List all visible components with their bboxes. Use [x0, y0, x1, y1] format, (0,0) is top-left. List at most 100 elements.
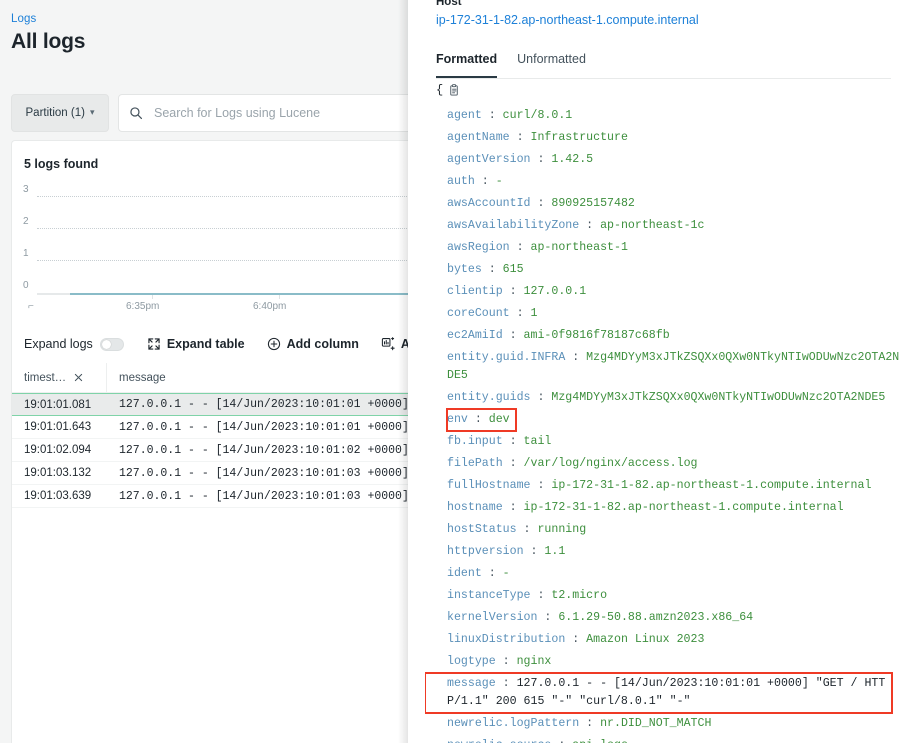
json-attribute-row[interactable]: awsAccountId : 890925157482 — [425, 193, 900, 215]
json-value: 1.1 — [544, 545, 565, 558]
json-attribute-row[interactable]: hostStatus : running — [425, 519, 900, 541]
json-key: awsRegion — [447, 241, 510, 254]
partition-button[interactable]: Partition (1) ▾ — [11, 94, 109, 132]
json-value: tail — [524, 435, 552, 448]
breadcrumb[interactable]: Logs — [11, 13, 36, 25]
json-key: hostStatus — [447, 523, 517, 536]
json-attribute-row[interactable]: instanceType : t2.micro — [425, 585, 900, 607]
table-header-row: timest… message — [12, 363, 408, 393]
add-column-button[interactable]: Add column — [267, 337, 359, 351]
json-separator: : — [510, 307, 531, 320]
json-attribute-row[interactable]: linuxDistribution : Amazon Linux 2023 — [425, 629, 900, 651]
json-separator: : — [565, 351, 586, 364]
host-link[interactable]: ip-172-31-1-82.ap-northeast-1.compute.in… — [436, 13, 699, 27]
json-attribute-row[interactable]: kernelVersion : 6.1.29-50.88.amzn2023.x8… — [425, 607, 900, 629]
json-attribute-row[interactable]: awsRegion : ap-northeast-1 — [425, 237, 900, 259]
json-attribute-row[interactable]: agentVersion : 1.42.5 — [425, 149, 900, 171]
expand-logs-toggle[interactable]: Expand logs — [24, 337, 124, 351]
json-attribute-row[interactable]: agentName : Infrastructure — [425, 127, 900, 149]
json-attribute-row[interactable]: env : dev — [447, 409, 516, 431]
json-open-brace: { — [436, 83, 443, 97]
table-row[interactable]: 19:01:02.094127.0.0.1 - - [14/Jun/2023:1… — [12, 439, 408, 462]
add-to-dashboard-label: Add t — [401, 337, 408, 351]
json-attribute-row[interactable]: newrelic.logPattern : nr.DID_NOT_MATCH — [425, 713, 900, 735]
x-tick-label-0: 6:35pm — [126, 301, 159, 312]
json-separator: : — [503, 501, 524, 514]
json-key: clientip — [447, 285, 503, 298]
json-key: newrelic.source — [447, 739, 551, 743]
json-key: ec2AmiId — [447, 329, 503, 342]
json-key: instanceType — [447, 589, 531, 602]
json-separator: : — [531, 153, 552, 166]
json-separator: : — [579, 717, 600, 730]
json-value: ap-northeast-1c — [600, 219, 704, 232]
tab-formatted[interactable]: Formatted — [436, 52, 497, 78]
json-attribute-row[interactable]: message : 127.0.0.1 - - [14/Jun/2023:10:… — [425, 673, 892, 713]
column-header-message[interactable]: message — [107, 363, 408, 393]
json-attribute-row[interactable]: hostname : ip-172-31-1-82.ap-northeast-1… — [425, 497, 900, 519]
json-separator: : — [565, 633, 586, 646]
cell-timestamp: 19:01:01.081 — [12, 399, 107, 411]
json-key: entity.guid.INFRA — [447, 351, 565, 364]
x-tick-start: ⌐ — [28, 301, 34, 312]
json-separator: : — [503, 329, 524, 342]
json-key: fb.input — [447, 435, 503, 448]
toggle-switch[interactable] — [100, 338, 124, 351]
json-separator: : — [517, 523, 538, 536]
json-attribute-row[interactable]: filePath : /var/log/nginx/access.log — [425, 453, 900, 475]
json-key: filePath — [447, 457, 503, 470]
table-row[interactable]: 19:01:03.639127.0.0.1 - - [14/Jun/2023:1… — [12, 485, 408, 508]
search-box[interactable] — [118, 94, 408, 132]
json-attribute-row[interactable]: auth : - — [425, 171, 900, 193]
json-separator: : — [531, 391, 552, 404]
expand-table-button[interactable]: Expand table — [147, 337, 245, 351]
json-separator: : — [531, 589, 552, 602]
json-value: nginx — [517, 655, 552, 668]
json-key: coreCount — [447, 307, 510, 320]
json-value: 615 — [503, 263, 524, 276]
copy-icon[interactable] — [448, 84, 461, 97]
cell-timestamp: 19:01:03.132 — [12, 467, 107, 479]
json-key: newrelic.logPattern — [447, 717, 579, 730]
json-separator: : — [579, 219, 600, 232]
json-attribute-row[interactable]: clientip : 127.0.0.1 — [425, 281, 900, 303]
json-key: fullHostname — [447, 479, 531, 492]
json-attribute-row[interactable]: entity.guids : Mzg4MDYyM3xJTkZSQXx0QXw0N… — [425, 387, 900, 409]
json-attribute-row[interactable]: coreCount : 1 — [425, 303, 900, 325]
table-row[interactable]: 19:01:01.081127.0.0.1 - - [14/Jun/2023:1… — [12, 393, 408, 416]
column-header-timestamp[interactable]: timest… — [12, 363, 107, 393]
json-attribute-row[interactable]: entity.guid.INFRA : Mzg4MDYyM3xJTkZSQXx0… — [425, 347, 900, 387]
json-attribute-row[interactable]: logtype : nginx — [425, 651, 900, 673]
json-value: ami-0f9816f78187c68fb — [524, 329, 670, 342]
json-separator: : — [503, 285, 524, 298]
json-key: agentVersion — [447, 153, 531, 166]
partition-button-label: Partition (1) — [26, 107, 85, 119]
table-row[interactable]: 19:01:03.132127.0.0.1 - - [14/Jun/2023:1… — [12, 462, 408, 485]
json-key: message — [447, 677, 496, 690]
json-separator: : — [537, 611, 558, 624]
add-to-dashboard-button[interactable]: Add t — [381, 337, 408, 351]
json-attribute-row[interactable]: awsAvailabilityZone : ap-northeast-1c — [425, 215, 900, 237]
close-icon[interactable] — [74, 373, 83, 382]
json-attribute-row[interactable]: ec2AmiId : ami-0f9816f78187c68fb — [425, 325, 900, 347]
json-attribute-row[interactable]: bytes : 615 — [425, 259, 900, 281]
json-attribute-row[interactable]: fb.input : tail — [425, 431, 900, 453]
search-input[interactable] — [152, 105, 397, 121]
table-row[interactable]: 19:01:01.643127.0.0.1 - - [14/Jun/2023:1… — [12, 416, 408, 439]
logs-table: timest… message 19:01:01.081127.0.0.1 - … — [12, 363, 408, 508]
json-attribute-row[interactable]: agent : curl/8.0.1 — [425, 105, 900, 127]
tab-unformatted[interactable]: Unformatted — [517, 52, 586, 78]
cell-timestamp: 19:01:02.094 — [12, 444, 107, 456]
json-attribute-row[interactable]: httpversion : 1.1 — [425, 541, 900, 563]
json-value: - — [503, 567, 510, 580]
logs-list-panel: Logs All logs Partition (1) ▾ 5 logs fou… — [0, 0, 408, 743]
gridline-1 — [37, 260, 408, 261]
json-attribute-list: agent : curl/8.0.1agentName : Infrastruc… — [425, 105, 900, 743]
add-column-label: Add column — [287, 337, 359, 351]
json-attribute-row[interactable]: newrelic.source : api.logs — [425, 735, 900, 743]
json-attribute-row[interactable]: ident : - — [425, 563, 900, 585]
json-attribute-row[interactable]: fullHostname : ip-172-31-1-82.ap-northea… — [425, 475, 900, 497]
logs-histogram-chart[interactable]: 3 2 1 0 ⌐ 6:35pm 6:40pm — [12, 189, 408, 311]
log-detail-panel: Host ip-172-31-1-82.ap-northeast-1.compu… — [425, 0, 900, 743]
json-value: 1.42.5 — [551, 153, 593, 166]
